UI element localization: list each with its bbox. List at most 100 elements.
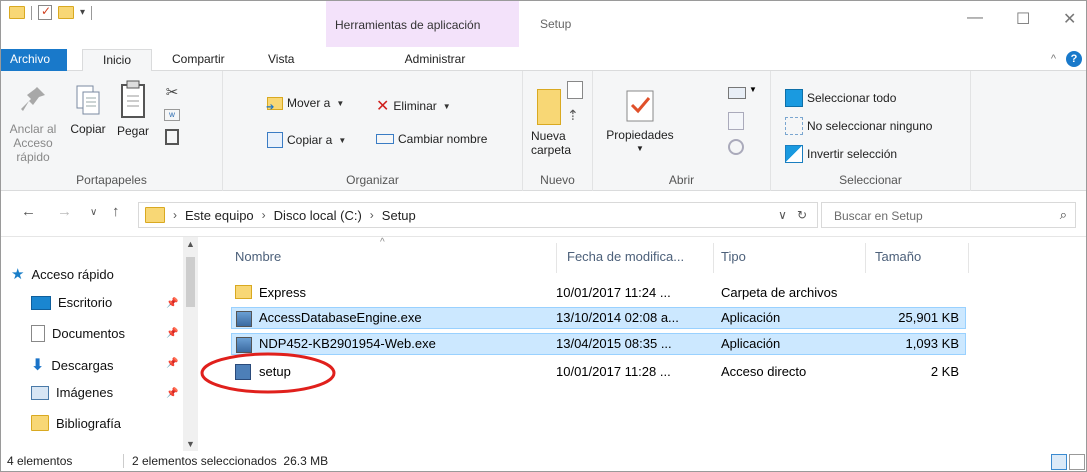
toolbar-separator [91, 5, 93, 20]
downloads-arrow-icon: ⬇ [31, 357, 45, 374]
context-tab-title: Herramientas de aplicación [335, 18, 481, 32]
delete-button[interactable]: ✕ Eliminar ▼ [376, 96, 451, 116]
search-box[interactable]: Buscar en Setup ⌕ [821, 202, 1076, 228]
history-icon[interactable] [728, 139, 744, 155]
rename-icon [376, 134, 394, 144]
tab-vista[interactable]: Vista [260, 49, 302, 71]
properties-icon[interactable] [38, 4, 52, 20]
column-header-type[interactable]: Tipo [721, 249, 746, 264]
tab-archivo[interactable]: Archivo [1, 49, 67, 71]
large-icons-view-icon[interactable] [1069, 454, 1085, 470]
new-folder-icon[interactable] [58, 6, 74, 19]
move-to-button[interactable]: ➔ Mover a ▼ [266, 96, 344, 113]
column-header-size[interactable]: Tamaño [875, 249, 921, 264]
breadcrumb-disco-local[interactable]: Disco local (C:) [274, 208, 362, 223]
address-dropdown-icon[interactable]: ∨ [778, 208, 787, 222]
copy-path-icon[interactable]: w [164, 109, 180, 121]
file-date: 13/10/2014 02:08 a... [556, 310, 679, 325]
desktop-icon [31, 295, 51, 310]
select-none-label: No seleccionar ninguno [807, 119, 933, 133]
file-row-express[interactable]: Express 10/01/2017 11:24 ... Carpeta de … [231, 282, 966, 304]
folder-icon [31, 415, 49, 431]
tab-compartir[interactable]: Compartir [164, 49, 233, 71]
pin-icon: 📌 [166, 328, 179, 339]
select-all-label: Seleccionar todo [807, 91, 897, 105]
pin-icon: 📌 [166, 298, 179, 309]
breadcrumb-separator: › [369, 208, 374, 222]
column-divider [968, 243, 969, 273]
address-bar[interactable]: › Este equipo › Disco local (C:) › Setup… [138, 202, 818, 228]
search-icon[interactable]: ⌕ [1060, 207, 1067, 223]
easy-access-icon[interactable]: ⇡ [567, 107, 579, 124]
file-row-accessdatabaseengine[interactable]: AccessDatabaseEngine.exe 13/10/2014 02:0… [231, 307, 966, 329]
select-all-button[interactable]: Seleccionar todo [785, 89, 896, 107]
nav-item-documentos[interactable]: Documentos [31, 325, 125, 342]
column-header-date[interactable]: Fecha de modifica... [567, 249, 684, 264]
invert-selection-button[interactable]: Invertir selección [785, 145, 897, 163]
toolbar-separator [31, 5, 32, 20]
delete-label: Eliminar [393, 99, 437, 113]
nav-item-label: Bibliografía [56, 415, 122, 431]
file-size: 25,901 KB [898, 310, 959, 325]
collapse-ribbon-icon[interactable]: ^ [1051, 53, 1056, 65]
status-selection: 2 elementos seleccionados 26.3 MB [132, 454, 329, 468]
open-dropdown-icon[interactable]: ▼ [749, 85, 757, 94]
copy-to-button[interactable]: Copiar a ▼ [267, 132, 346, 148]
properties-button[interactable]: Propiedades ▼ [605, 89, 675, 156]
customize-toolbar-icon[interactable]: ▾ [80, 7, 85, 18]
file-date: 13/04/2015 08:35 ... [556, 336, 672, 351]
nav-item-imagenes[interactable]: Imágenes [31, 385, 113, 400]
cut-icon[interactable]: ✂ [166, 83, 179, 101]
scrollbar-thumb[interactable] [186, 257, 195, 307]
nav-pane-scrollbar[interactable]: ▲ ▼ [183, 237, 198, 451]
select-none-button[interactable]: No seleccionar ninguno [785, 117, 932, 135]
up-arrow-icon[interactable]: ↑ [112, 203, 120, 220]
status-bar: 4 elementos 2 elementos seleccionados 26… [1, 451, 1086, 471]
file-name: AccessDatabaseEngine.exe [259, 310, 422, 325]
scroll-up-icon[interactable]: ▲ [186, 239, 195, 249]
breadcrumb-separator: › [173, 208, 177, 222]
quick-access-toolbar: ▾ [9, 4, 93, 20]
ribbon-tabs: Archivo Inicio Compartir Vista Administr… [1, 47, 1086, 73]
open-icon[interactable] [728, 87, 746, 99]
nav-item-descargas[interactable]: ⬇ Descargas [31, 355, 114, 375]
copy-icon [76, 85, 100, 115]
copy-button[interactable]: Copiar [68, 83, 108, 136]
new-group-label: Nuevo [540, 173, 575, 187]
file-type: Aplicación [721, 336, 781, 351]
title-bar: ▾ Herramientas de aplicación Setup — ☐ ✕ [1, 1, 1086, 47]
breadcrumb-setup[interactable]: Setup [382, 208, 416, 223]
scroll-down-icon[interactable]: ▼ [186, 439, 195, 449]
minimize-button[interactable]: — [967, 9, 983, 27]
explorer-window: ▾ Herramientas de aplicación Setup — ☐ ✕… [0, 0, 1087, 472]
nav-item-bibliografia[interactable]: Bibliografía [31, 415, 121, 431]
nav-quick-access[interactable]: ★ Acceso rápido [11, 265, 114, 283]
paste-button[interactable]: Pegar [111, 79, 155, 138]
select-none-icon [785, 117, 803, 135]
nav-quick-access-label: Acceso rápido [31, 266, 114, 282]
back-arrow-icon[interactable]: ← [21, 203, 36, 220]
breadcrumb-este-equipo[interactable]: Este equipo [185, 208, 254, 223]
new-item-icon[interactable] [567, 81, 583, 99]
details-view-icon[interactable] [1051, 454, 1067, 470]
new-folder-label-1: Nueva [531, 129, 566, 143]
column-divider [713, 243, 714, 273]
search-placeholder: Buscar en Setup [834, 209, 923, 223]
copy-label: Copiar [70, 122, 106, 136]
maximize-button[interactable]: ☐ [1016, 9, 1030, 29]
refresh-icon[interactable]: ↻ [797, 208, 807, 222]
paste-shortcut-icon[interactable] [165, 129, 179, 145]
tab-inicio[interactable]: Inicio [82, 49, 152, 73]
close-button[interactable]: ✕ [1063, 9, 1076, 29]
pin-quick-access-button[interactable]: Anclar al Acceso rápido [3, 83, 63, 164]
delete-icon: ✕ [376, 98, 390, 115]
edit-icon[interactable] [728, 112, 744, 130]
forward-arrow-icon[interactable]: → [57, 203, 72, 220]
window-title: Setup [540, 17, 572, 31]
recent-locations-icon[interactable]: ∨ [90, 207, 97, 218]
nav-item-escritorio[interactable]: Escritorio [31, 295, 112, 310]
column-header-name[interactable]: Nombre [235, 249, 281, 264]
tab-administrar[interactable]: Administrar [351, 49, 519, 71]
rename-button[interactable]: Cambiar nombre [376, 132, 487, 146]
help-icon[interactable]: ? [1066, 51, 1082, 67]
